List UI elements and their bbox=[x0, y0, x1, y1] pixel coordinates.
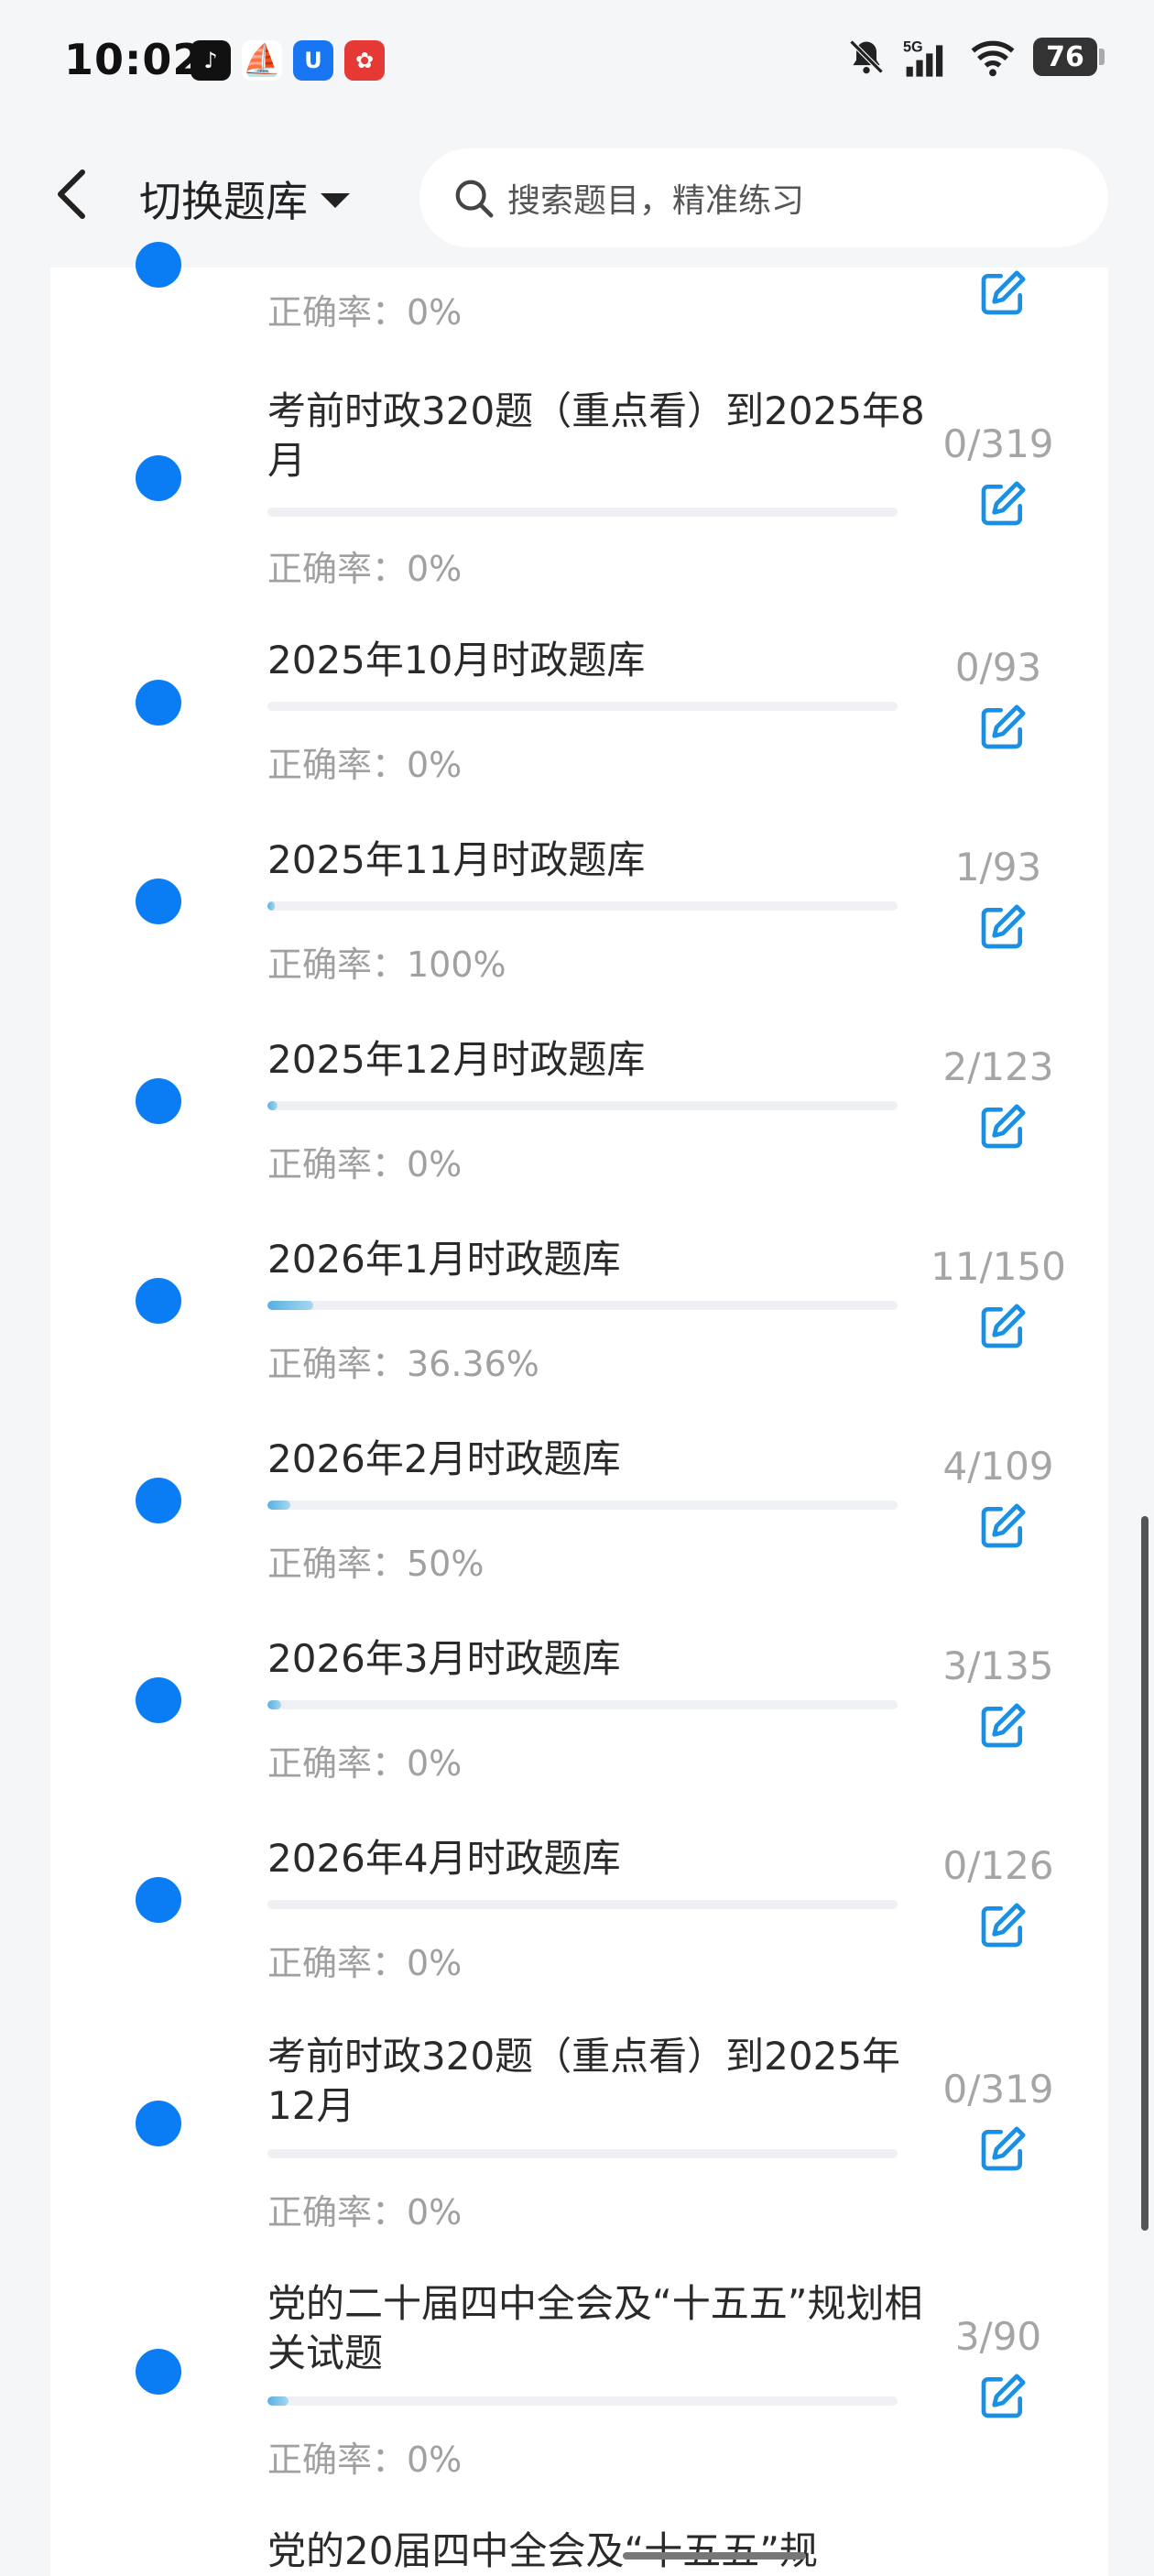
edit-icon[interactable] bbox=[977, 1101, 1029, 1152]
progress-fill bbox=[267, 1101, 278, 1110]
progress-fill bbox=[267, 2396, 288, 2406]
bank-title: 2025年12月时政题库 bbox=[267, 1037, 646, 1082]
progress-bar bbox=[267, 1501, 898, 1510]
progress-count: 1/93 bbox=[954, 845, 1042, 890]
bell-off-icon bbox=[849, 39, 884, 74]
progress-fill bbox=[267, 1501, 291, 1510]
edit-icon[interactable] bbox=[977, 1700, 1029, 1752]
tiktok-app-icon: ♪ bbox=[191, 40, 231, 81]
notification-app-icons: ♪ ⛵ U ✿ bbox=[191, 40, 385, 81]
progress-bar bbox=[267, 508, 898, 517]
edit-icon[interactable] bbox=[977, 1501, 1029, 1552]
accuracy-text: 正确率：0% bbox=[267, 2192, 463, 2232]
status-dot-icon bbox=[136, 680, 181, 726]
bank-title: 2026年2月时政题库 bbox=[267, 1436, 621, 1481]
progress-count: 0/93 bbox=[954, 645, 1042, 690]
progress-count: 0/319 bbox=[942, 421, 1054, 466]
status-dot-icon bbox=[136, 1278, 181, 1324]
edit-icon[interactable] bbox=[977, 478, 1029, 529]
switch-bank-dropdown[interactable]: 切换题库 bbox=[139, 169, 350, 229]
accuracy-text: 正确率：0% bbox=[267, 292, 463, 333]
search-input[interactable]: 搜索题目，精准练习 bbox=[419, 148, 1108, 247]
progress-fill bbox=[267, 1301, 314, 1310]
bank-title: 党的二十届四中全会及“十五五”规划相关试题 bbox=[267, 2281, 923, 2375]
edit-icon[interactable] bbox=[977, 702, 1029, 753]
system-icons: 5G 76 bbox=[846, 37, 1105, 77]
status-dot-icon bbox=[136, 242, 181, 288]
question-bank-list: 正确率：0% 考前时政320题（重点看）到2025年8月 正确率：0% 0/31… bbox=[50, 242, 1108, 2576]
status-dot-icon bbox=[136, 1078, 181, 1124]
progress-count: 4/109 bbox=[942, 1444, 1054, 1489]
battery-indicator: 76 bbox=[1033, 38, 1105, 76]
edit-icon[interactable] bbox=[977, 901, 1029, 953]
edit-icon[interactable] bbox=[977, 2371, 1029, 2422]
accuracy-text: 正确率：0% bbox=[267, 1943, 463, 1983]
progress-fill bbox=[267, 1700, 282, 1709]
status-dot-icon bbox=[136, 455, 181, 501]
accuracy-text: 正确率：0% bbox=[267, 745, 463, 785]
search-placeholder: 搜索题目，精准练习 bbox=[507, 182, 805, 220]
bank-title: 2026年1月时政题库 bbox=[267, 1237, 621, 1282]
caret-down-icon bbox=[321, 193, 350, 208]
accuracy-text: 正确率：100% bbox=[267, 944, 506, 985]
wifi-icon bbox=[971, 40, 1015, 77]
progress-bar bbox=[267, 2396, 898, 2406]
boat-app-icon: ⛵ bbox=[242, 40, 282, 81]
status-dot-icon bbox=[136, 879, 181, 924]
progress-count: 0/126 bbox=[942, 1843, 1054, 1888]
bank-title: 2025年11月时政题库 bbox=[267, 837, 646, 882]
shield-app-icon: U bbox=[293, 40, 333, 81]
accuracy-text: 正确率：36.36% bbox=[267, 1344, 539, 1384]
progress-count: 3/90 bbox=[954, 2314, 1042, 2359]
status-dot-icon bbox=[136, 2101, 181, 2146]
edit-icon[interactable] bbox=[977, 1301, 1029, 1352]
progress-count: 2/123 bbox=[942, 1044, 1054, 1089]
status-dot-icon bbox=[136, 1877, 181, 1923]
accuracy-text: 正确率：0% bbox=[267, 2440, 463, 2480]
edit-icon[interactable] bbox=[977, 267, 1029, 319]
progress-bar bbox=[267, 1900, 898, 1909]
status-bar: 10:02 ♪ ⛵ U ✿ 5G 76 bbox=[0, 0, 1154, 128]
progress-bar bbox=[267, 901, 898, 911]
chevron-left-icon[interactable] bbox=[53, 169, 90, 220]
switch-bank-label: 切换题库 bbox=[139, 177, 308, 226]
bank-title: 考前时政320题（重点看）到2025年12月 bbox=[267, 2034, 901, 2128]
progress-count: 0/319 bbox=[942, 2067, 1054, 2112]
progress-bar bbox=[267, 1101, 898, 1110]
accuracy-text: 正确率：0% bbox=[267, 549, 463, 589]
progress-bar bbox=[267, 702, 898, 711]
progress-count: 11/150 bbox=[931, 1244, 1066, 1289]
accuracy-text: 正确率：0% bbox=[267, 1144, 463, 1184]
bank-title: 2026年3月时政题库 bbox=[267, 1636, 621, 1681]
accuracy-text: 正确率：50% bbox=[267, 1544, 484, 1584]
progress-bar bbox=[267, 2149, 898, 2158]
bank-title: 考前时政320题（重点看）到2025年8月 bbox=[267, 388, 925, 483]
progress-fill bbox=[267, 901, 275, 911]
progress-count: 3/135 bbox=[942, 1643, 1054, 1688]
edit-icon[interactable] bbox=[977, 2123, 1029, 2175]
bank-title: 2025年10月时政题库 bbox=[267, 638, 646, 682]
bank-title: 党的20届四中全会及“十五五”规 bbox=[267, 2528, 818, 2573]
status-dot-icon bbox=[136, 1478, 181, 1523]
status-dot-icon bbox=[136, 2349, 181, 2395]
progress-bar bbox=[267, 1700, 898, 1709]
signal-5g-icon: 5G bbox=[903, 39, 943, 77]
progress-bar bbox=[267, 1301, 898, 1310]
scrollbar[interactable] bbox=[1141, 1516, 1149, 2231]
accuracy-text: 正确率：0% bbox=[267, 1743, 463, 1784]
red-app-icon: ✿ bbox=[344, 40, 385, 81]
edit-icon[interactable] bbox=[977, 1900, 1029, 1951]
home-indicator[interactable] bbox=[623, 2552, 806, 2560]
status-time: 10:02 bbox=[64, 35, 203, 84]
search-icon bbox=[455, 180, 494, 218]
svg-text:5G: 5G bbox=[903, 39, 923, 56]
status-dot-icon bbox=[136, 1677, 181, 1723]
bank-title: 2026年4月时政题库 bbox=[267, 1836, 621, 1881]
